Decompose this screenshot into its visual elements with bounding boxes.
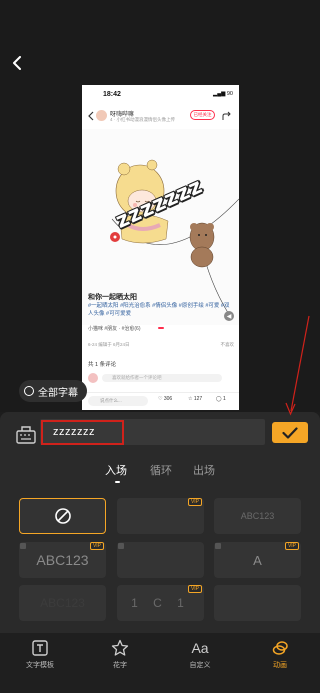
nav-custom[interactable]: Aa 自定义 — [170, 639, 230, 670]
preview-post-title: 和你一起晒太阳 — [88, 294, 137, 301]
back-arrow-icon — [13, 56, 21, 70]
preview-likes: ♡ 306 — [158, 396, 173, 402]
bottom-tab-bar: 文字模板 花字 Aa 自定义 动画 — [0, 633, 320, 693]
preview-collects: ☆ 127 — [188, 396, 203, 402]
nav-label: 文字模板 — [26, 662, 54, 669]
confirm-button[interactable] — [272, 422, 308, 443]
nav-fancy-text[interactable]: 花字 — [90, 639, 150, 670]
animation-option-none[interactable] — [19, 498, 106, 534]
animation-option-label: ABC123 — [240, 511, 275, 521]
none-icon — [54, 508, 71, 524]
preview-battery: ▂▄▆ 90 — [212, 91, 233, 97]
animation-option[interactable]: ABC123 — [19, 585, 106, 621]
preview-post-tags: #一起晒太阳 #阳光治愈系 #情侣头像 #原创手绘 #可爱 #双人头像 #可可爱… — [88, 303, 230, 317]
preview-follow-badge: 已经关注 — [190, 110, 215, 120]
animation-option[interactable]: ABC123 — [214, 498, 301, 534]
animation-option-label — [117, 542, 204, 578]
tab-loop[interactable]: 循环 — [150, 462, 172, 478]
back-button[interactable] — [6, 52, 28, 74]
preview-comment-row: 喜欢就给作者一个评论吧 — [88, 373, 234, 383]
preview-status-bar: 18:42 ▂▄▆ 90 — [82, 85, 239, 103]
tab-exit[interactable]: 出场 — [193, 462, 215, 478]
preview-bottom-bar: 说点什么... ♡ 306 ☆ 127 ◯ 1 — [82, 392, 239, 410]
check-icon — [282, 426, 298, 439]
preview-author-sub: 4 · 小红书动漫浪漫情侣头像上传 — [110, 117, 176, 122]
phone-preview[interactable]: 18:42 ▂▄▆ 90 呀嗨哔嘛 4 · 小红书动漫浪漫情侣头像上传 已经关注 — [82, 85, 239, 410]
animation-option[interactable]: ABC123 VIP — [19, 542, 106, 578]
animation-option[interactable] — [117, 542, 204, 578]
preview-comment-avatar — [88, 373, 98, 383]
nav-animation[interactable]: 动画 — [250, 639, 310, 670]
highlight-box — [41, 420, 124, 445]
preview-comments: ◯ 1 — [216, 396, 226, 402]
preview-post-meta: 小猫咪 #朋友 · #治愈(6) — [88, 326, 141, 332]
preview-comment-input: 喜欢就给作者一个评论吧 — [102, 374, 222, 382]
text-template-icon — [32, 640, 48, 656]
preview-say-input: 说点什么... — [88, 396, 148, 406]
video-preview-area: 18:42 ▂▄▆ 90 呀嗨哔嘛 4 · 小红书动漫浪漫情侣头像上传 已经关注 — [0, 0, 320, 412]
preview-report: 不喜欢 — [220, 342, 235, 347]
preview-time: 18:42 — [103, 91, 121, 98]
radio-circle-icon — [24, 386, 34, 396]
preview-post-header: 呀嗨哔嘛 4 · 小红书动漫浪漫情侣头像上传 已经关注 — [82, 107, 239, 125]
font-aa-icon: Aa — [191, 640, 209, 656]
all-subtitles-label: 全部字幕 — [38, 387, 78, 399]
preview-post-date: 6-24 编辑于 6月24日 — [88, 342, 130, 347]
animation-option-label: ABC123 — [40, 596, 85, 610]
animation-option[interactable]: A VIP — [214, 542, 301, 578]
animation-tabs: 入场 循环 出场 — [0, 462, 320, 486]
nav-label: 动画 — [273, 662, 287, 669]
all-subtitles-button[interactable]: 全部字幕 — [19, 380, 87, 402]
vip-badge: VIP — [187, 585, 202, 593]
animation-option[interactable]: VIP — [117, 498, 204, 534]
preview-comments-count: 共 1 条评论 — [88, 362, 117, 368]
nav-label: 自定义 — [189, 662, 211, 669]
preview-share-icon — [222, 111, 231, 120]
animation-option[interactable] — [214, 585, 301, 621]
keyboard-icon — [16, 426, 36, 444]
animation-icon — [272, 641, 288, 655]
vip-badge: VIP — [187, 498, 202, 506]
preview-post-date-row: 6-24 编辑于 6月24日 不喜欢 — [88, 342, 234, 348]
nav-text-template[interactable]: 文字模板 — [10, 639, 70, 670]
vip-badge: VIP — [89, 542, 104, 550]
nav-label: 花字 — [113, 662, 127, 669]
tab-enter[interactable]: 入场 — [105, 462, 127, 478]
preview-avatar — [96, 110, 107, 121]
active-tab-indicator — [115, 481, 120, 483]
keyboard-toggle-button[interactable] — [14, 424, 38, 446]
vip-badge: VIP — [284, 542, 299, 550]
animation-option-label — [214, 585, 301, 621]
star-icon — [111, 639, 129, 656]
animation-option[interactable]: 1 C 1 VIP — [117, 585, 204, 621]
preview-back-icon — [88, 111, 94, 121]
